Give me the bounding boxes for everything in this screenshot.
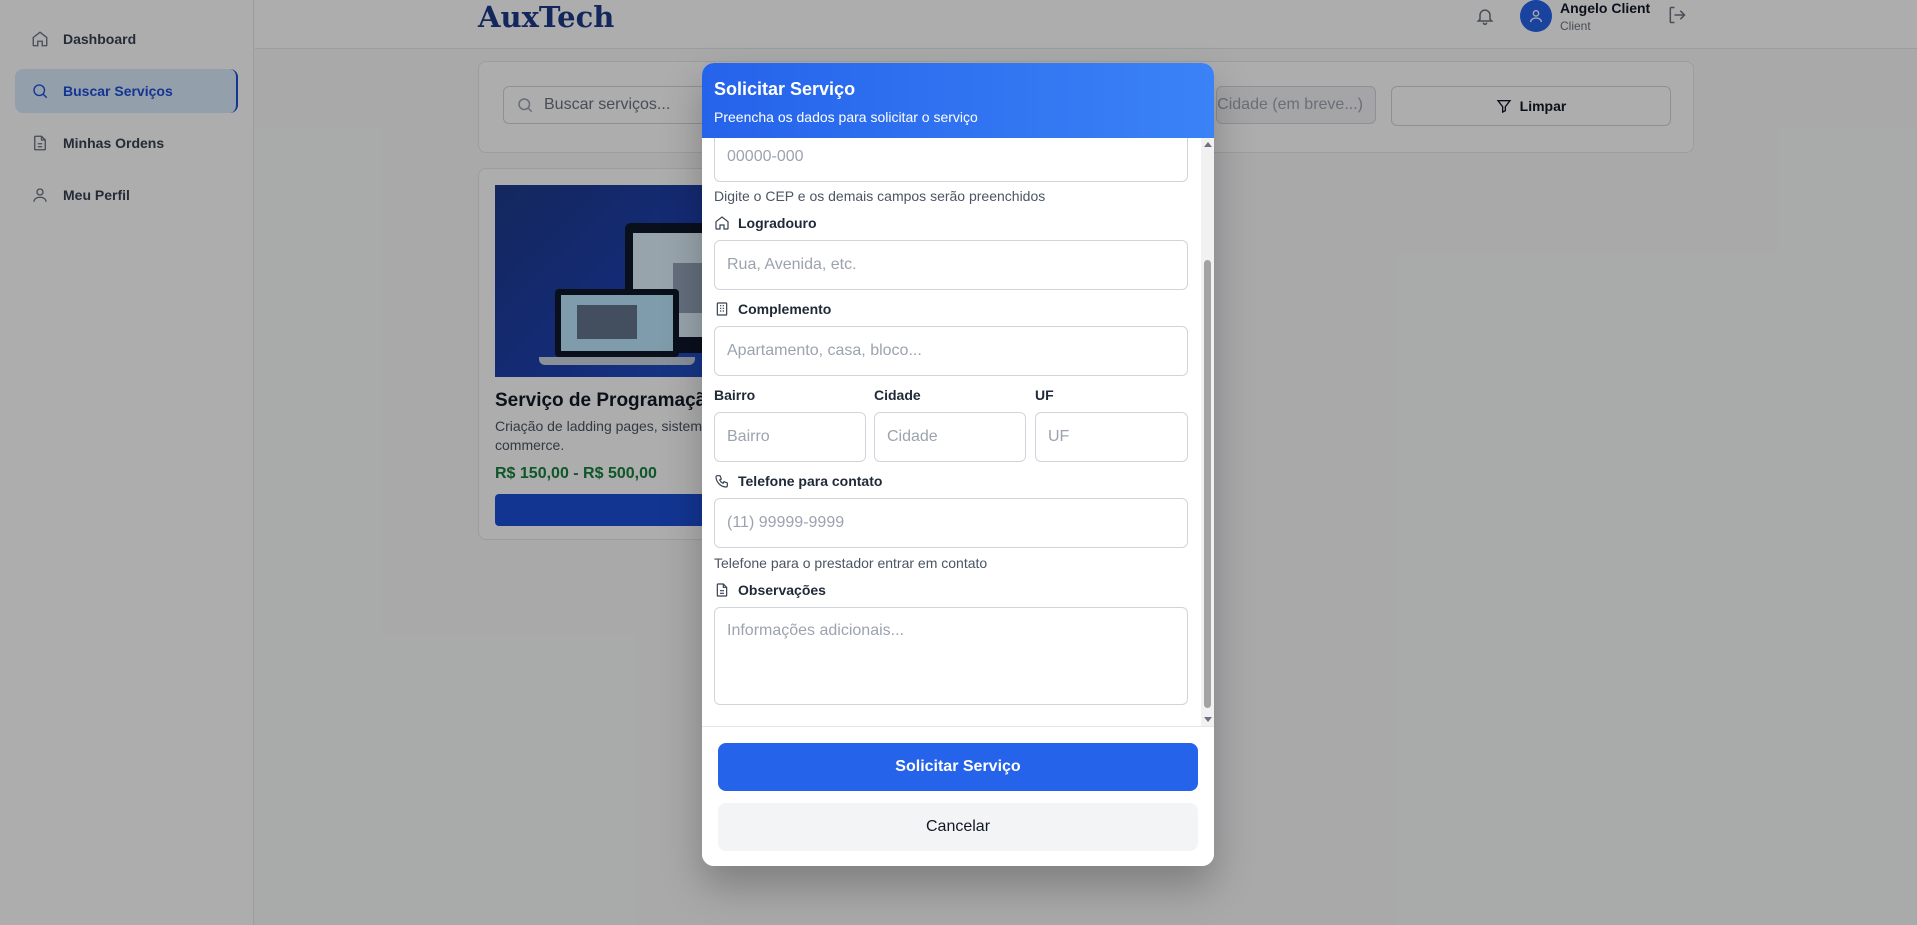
- modal-header: Solicitar Serviço Preencha os dados para…: [702, 63, 1214, 138]
- cidade-label: Cidade: [874, 387, 921, 403]
- modal-title: Solicitar Serviço: [714, 79, 856, 99]
- logradouro-input[interactable]: [727, 256, 1187, 274]
- complemento-label: Complemento: [714, 301, 831, 317]
- bairro-label: Bairro: [714, 387, 756, 403]
- uf-input[interactable]: [1048, 428, 1187, 446]
- scroll-up-icon[interactable]: [1204, 141, 1212, 149]
- cep-field[interactable]: [714, 138, 1188, 182]
- document-icon: [716, 583, 728, 597]
- uf-field[interactable]: [1035, 412, 1188, 462]
- building-icon: [716, 302, 728, 316]
- telefone-field[interactable]: [714, 498, 1188, 548]
- logradouro-label: Logradouro: [714, 215, 817, 231]
- telefone-label: Telefone para contato: [714, 473, 882, 489]
- phone-icon: [715, 475, 728, 488]
- observacoes-label: Observações: [714, 582, 826, 598]
- home-icon: [715, 216, 729, 230]
- cidade-input[interactable]: [887, 428, 1025, 446]
- scrollbar-thumb[interactable]: [1204, 260, 1211, 708]
- complemento-input[interactable]: [727, 342, 1187, 360]
- submit-request-button[interactable]: Solicitar Serviço: [718, 743, 1198, 791]
- request-service-modal: Solicitar Serviço Preencha os dados para…: [702, 63, 1214, 866]
- logradouro-field[interactable]: [714, 240, 1188, 290]
- observacoes-field[interactable]: [714, 607, 1188, 705]
- scroll-down-icon[interactable]: [1204, 715, 1212, 723]
- modal-footer: Solicitar Serviço Cancelar: [702, 726, 1214, 866]
- telefone-input[interactable]: [727, 514, 1187, 532]
- bairro-field[interactable]: [714, 412, 866, 462]
- complemento-field[interactable]: [714, 326, 1188, 376]
- cancel-button[interactable]: Cancelar: [718, 803, 1198, 851]
- cep-input[interactable]: [727, 148, 1187, 166]
- modal-subtitle: Preencha os dados para solicitar o servi…: [714, 109, 978, 125]
- uf-label: UF: [1035, 387, 1054, 403]
- cidade-field[interactable]: [874, 412, 1026, 462]
- cep-hint: Digite o CEP e os demais campos serão pr…: [714, 188, 1046, 204]
- bairro-input[interactable]: [727, 428, 865, 446]
- observacoes-textarea[interactable]: [727, 608, 1187, 688]
- modal-body[interactable]: Digite o CEP e os demais campos serão pr…: [702, 138, 1214, 726]
- telefone-hint: Telefone para o prestador entrar em cont…: [714, 555, 988, 571]
